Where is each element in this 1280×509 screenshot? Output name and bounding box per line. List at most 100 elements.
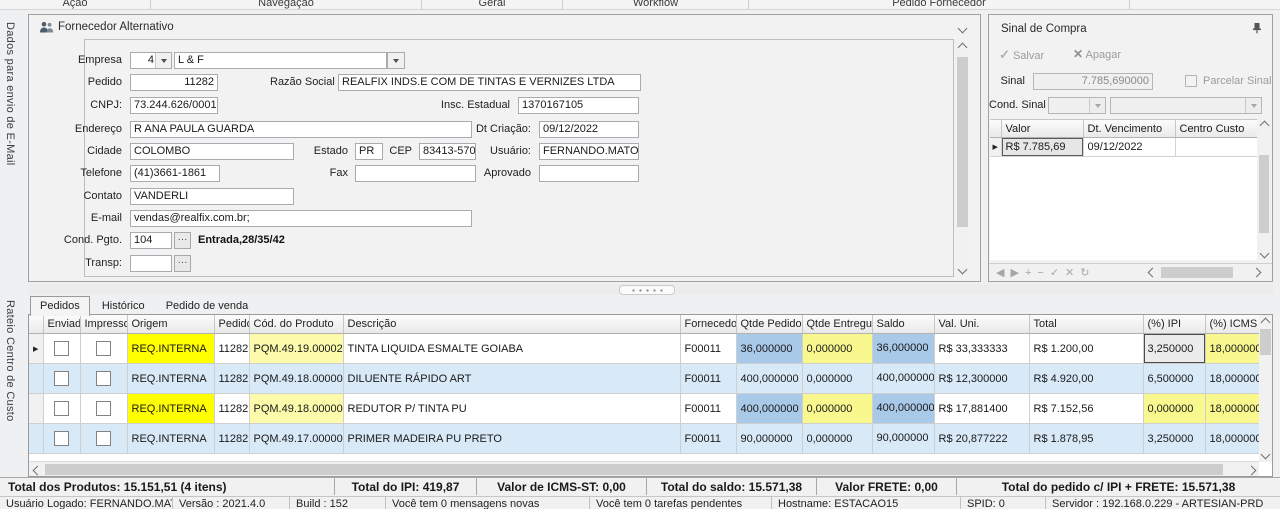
splitter-grip[interactable] xyxy=(619,285,675,295)
cell-pedido[interactable]: 11282 xyxy=(214,424,249,454)
horizontal-splitter[interactable] xyxy=(28,284,1273,295)
scrollbar-thumb[interactable] xyxy=(957,57,968,227)
apagar-button[interactable]: ✕ Apagar xyxy=(1073,47,1121,61)
col-header-icms[interactable]: (%) ICMS xyxy=(1205,315,1265,334)
col-header-total[interactable]: Total xyxy=(1029,315,1143,334)
enviado-checkbox[interactable] xyxy=(54,401,69,416)
email-field[interactable]: vendas@realfix.com.br; xyxy=(130,210,472,227)
cell-descricao[interactable]: REDUTOR P/ TINTA PU xyxy=(343,394,680,424)
impresso-checkbox[interactable] xyxy=(96,341,111,356)
cell-pedido[interactable]: 11282 xyxy=(214,394,249,424)
col-header-qtde-entregue[interactable]: Qtde Entregue xyxy=(802,315,872,334)
navigator-buttons[interactable]: ◀▶+−✓✕↻ xyxy=(996,266,1095,279)
cell-centro-custo[interactable] xyxy=(1175,138,1257,157)
cell-val-uni[interactable]: R$ 17,881400 xyxy=(934,394,1029,424)
orders-grid-vscrollbar[interactable] xyxy=(1259,315,1272,462)
cell-codigo[interactable]: PQM.49.19.000027 xyxy=(249,334,343,364)
cell-total[interactable]: R$ 1.878,95 xyxy=(1029,424,1143,454)
impresso-checkbox[interactable] xyxy=(96,431,111,446)
cell-origem[interactable]: REQ.INTERNA xyxy=(127,394,214,424)
col-header-qtde-pedido[interactable]: Qtde Pedido xyxy=(736,315,802,334)
order-row[interactable]: REQ.INTERNA 11282 PQM.49.18.000003 REDUT… xyxy=(29,394,1265,424)
first-record-icon[interactable]: ◀ xyxy=(996,267,1010,279)
enviado-checkbox[interactable] xyxy=(54,431,69,446)
order-row[interactable]: REQ.INTERNA 11282 PQM.49.17.000001 PRIME… xyxy=(29,424,1265,454)
cell-qtde-entregue[interactable]: 0,000000 xyxy=(802,424,872,454)
scrollbar-thumb[interactable] xyxy=(45,464,1223,475)
next-record-icon[interactable]: ▶ xyxy=(1010,267,1024,279)
tab-pedidos[interactable]: Pedidos xyxy=(30,296,90,316)
order-row[interactable]: ▶ REQ.INTERNA 11282 PQM.49.19.000027 TIN… xyxy=(29,334,1265,364)
cell-qtde-pedido[interactable]: 90,000000 xyxy=(736,424,802,454)
scroll-down-icon[interactable] xyxy=(1262,451,1269,458)
cell-codigo[interactable]: PQM.49.18.000003 xyxy=(249,394,343,424)
col-header-descricao[interactable]: Descrição xyxy=(343,315,680,334)
empresa-code-combo[interactable]: 4 xyxy=(130,52,172,69)
cell-icms[interactable]: 18,000000 xyxy=(1205,394,1265,424)
cell-total[interactable]: R$ 7.152,56 xyxy=(1029,394,1143,424)
col-header-impresso[interactable]: Impresso xyxy=(80,315,127,334)
sinal-grid-row[interactable]: ▶ R$ 7.785,69 09/12/2022 xyxy=(990,138,1257,157)
cnpj-field[interactable]: 73.244.626/0001-17 xyxy=(130,97,218,114)
col-header-dt-vencimento[interactable]: Dt. Vencimento xyxy=(1083,120,1175,138)
cell-saldo[interactable]: 36,000000 xyxy=(872,334,934,364)
orders-grid-hscrollbar[interactable] xyxy=(29,461,1259,476)
cell-saldo[interactable]: 400,000000 xyxy=(872,364,934,394)
chevron-down-icon[interactable] xyxy=(155,53,171,68)
cell-qtde-pedido[interactable]: 400,000000 xyxy=(736,394,802,424)
col-header-codigo[interactable]: Cód. do Produto xyxy=(249,315,343,334)
dock-tab-email-data[interactable]: Dados para envio de E-Mail xyxy=(4,22,16,166)
cell-ipi[interactable]: 3,250000 xyxy=(1143,424,1205,454)
cell-origem[interactable]: REQ.INTERNA xyxy=(127,334,214,364)
cell-saldo[interactable]: 90,000000 xyxy=(872,424,934,454)
col-header-ipi[interactable]: (%) IPI xyxy=(1143,315,1205,334)
estado-field[interactable]: PR xyxy=(355,143,383,160)
scroll-left-icon[interactable] xyxy=(34,467,41,474)
cell-ipi[interactable]: 0,000000 xyxy=(1143,394,1205,424)
post-edit-icon[interactable]: ✓ xyxy=(1050,267,1065,279)
scroll-up-icon[interactable] xyxy=(1261,122,1268,129)
dt-criacao-field[interactable]: 09/12/2022 xyxy=(539,121,639,138)
razao-social-field[interactable]: REALFIX INDS.E COM DE TINTAS E VERNIZES … xyxy=(338,74,641,91)
cell-descricao[interactable]: TINTA LIQUIDA ESMALTE GOIABA xyxy=(343,334,680,364)
scroll-down-icon[interactable] xyxy=(1261,250,1268,257)
col-header-pedido[interactable]: Pedido xyxy=(214,315,249,334)
sinal-grid-vscrollbar[interactable] xyxy=(1257,119,1271,260)
cell-ipi[interactable]: 3,250000 xyxy=(1143,334,1205,364)
cancel-edit-icon[interactable]: ✕ xyxy=(1065,267,1080,279)
transp-field[interactable] xyxy=(130,255,172,272)
impresso-checkbox[interactable] xyxy=(96,371,111,386)
cell-val-uni[interactable]: R$ 20,877222 xyxy=(934,424,1029,454)
cond-pgto-field[interactable]: 104 xyxy=(130,232,172,249)
telefone-field[interactable]: (41)3661-1861 xyxy=(130,165,220,182)
cell-ipi[interactable]: 6,500000 xyxy=(1143,364,1205,394)
impresso-checkbox[interactable] xyxy=(96,401,111,416)
enviado-checkbox[interactable] xyxy=(54,371,69,386)
cell-icms[interactable]: 18,000000 xyxy=(1205,334,1265,364)
cell-pedido[interactable]: 11282 xyxy=(214,334,249,364)
cell-total[interactable]: R$ 1.200,00 xyxy=(1029,334,1143,364)
cell-pedido[interactable]: 11282 xyxy=(214,364,249,394)
delete-record-icon[interactable]: − xyxy=(1037,267,1049,279)
collapse-panel-icon[interactable] xyxy=(959,23,966,35)
col-header-enviado[interactable]: Enviado xyxy=(43,315,80,334)
cell-valor[interactable]: R$ 7.785,69 xyxy=(1001,138,1083,157)
insert-record-icon[interactable]: + xyxy=(1025,267,1037,279)
cell-total[interactable]: R$ 4.920,00 xyxy=(1029,364,1143,394)
pedido-field[interactable]: 11282 xyxy=(130,74,218,91)
col-header-fornecedor[interactable]: Fornecedor xyxy=(680,315,736,334)
aprovado-field[interactable] xyxy=(539,165,639,182)
cell-dt-vencimento[interactable]: 09/12/2022 xyxy=(1083,138,1175,157)
cell-fornecedor[interactable]: F00011 xyxy=(680,424,736,454)
scroll-up-icon[interactable] xyxy=(1262,319,1269,326)
empresa-dropdown-button[interactable] xyxy=(387,52,405,69)
scroll-down-icon[interactable] xyxy=(959,266,966,273)
cell-codigo[interactable]: PQM.49.18.000004 xyxy=(249,364,343,394)
cell-saldo[interactable]: 400,000000 xyxy=(872,394,934,424)
enviado-checkbox[interactable] xyxy=(54,341,69,356)
parcelar-sinal-checkbox[interactable] xyxy=(1185,75,1197,87)
fax-field[interactable] xyxy=(355,165,476,182)
refresh-icon[interactable]: ↻ xyxy=(1080,267,1095,279)
col-header-centro-custo[interactable]: Centro Custo xyxy=(1175,120,1257,138)
cell-qtde-pedido[interactable]: 400,000000 xyxy=(736,364,802,394)
